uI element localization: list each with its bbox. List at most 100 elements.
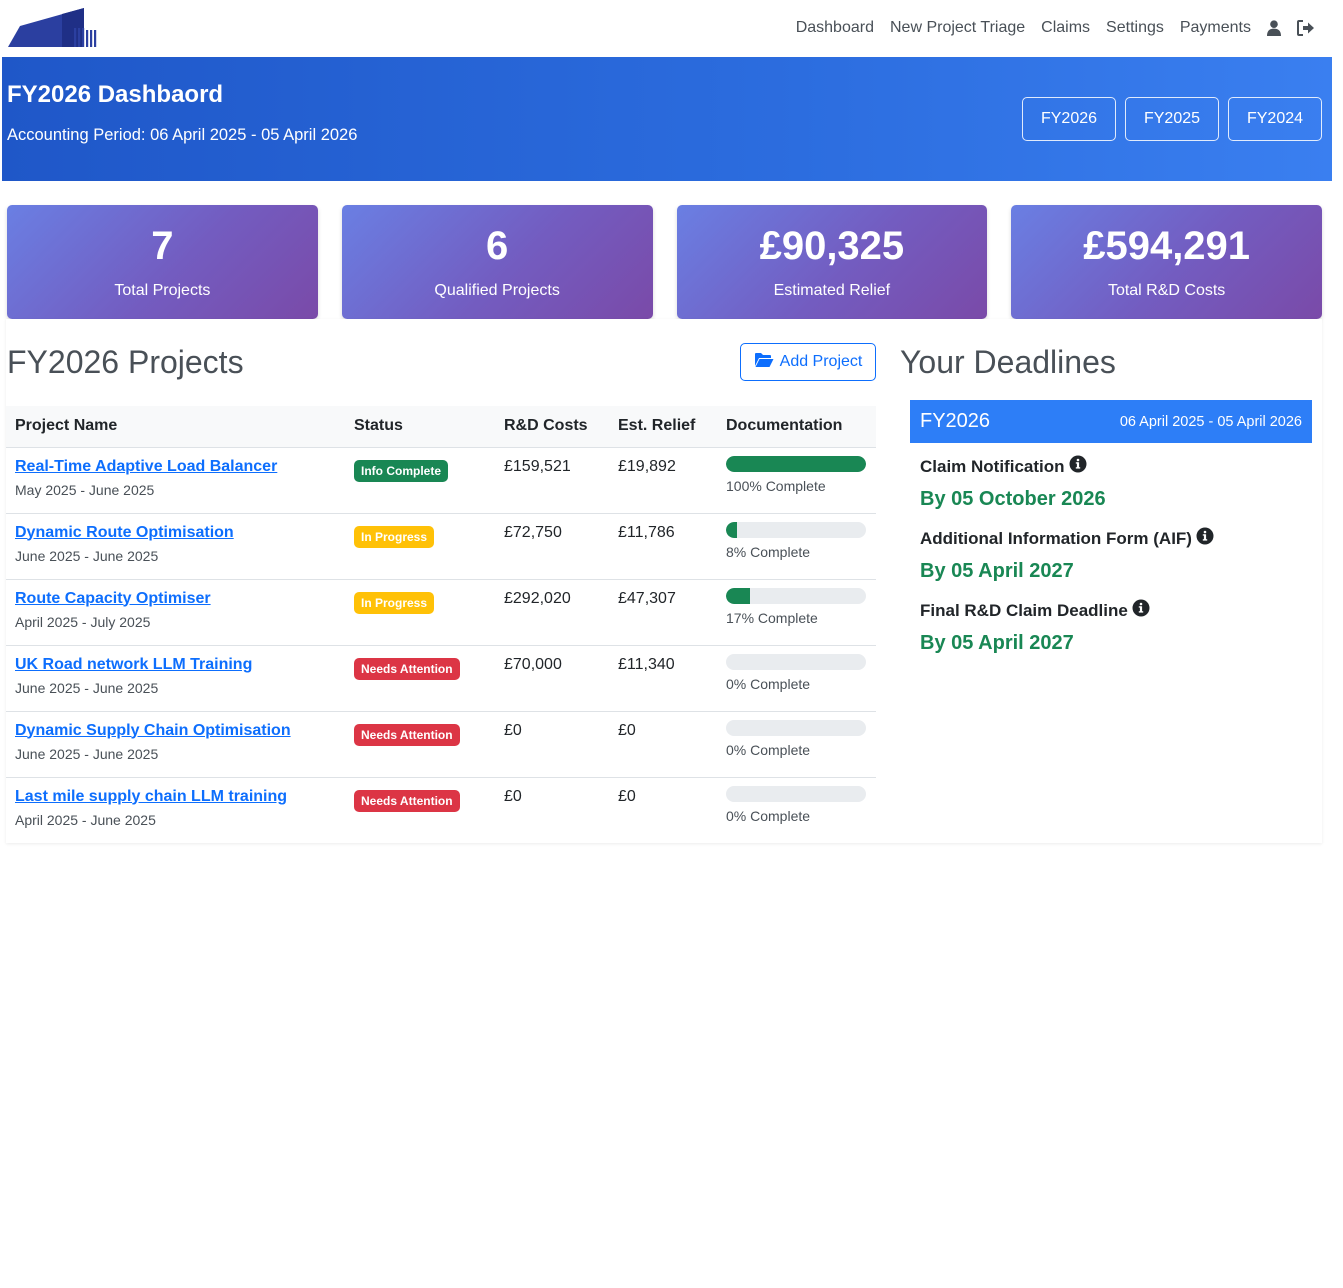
table-header-row: Project Name Status R&D Costs Est. Relie…	[6, 406, 876, 448]
deadline-item: Final R&D Claim Deadline By 05 April 2027	[920, 599, 1310, 655]
top-navbar: Dashboard New Project Triage Claims Sett…	[0, 0, 1343, 56]
stat-label: Qualified Projects	[434, 282, 560, 299]
cell-documentation: 100% Complete	[717, 447, 876, 514]
deadline-label: Claim Notification	[920, 456, 1065, 476]
stat-total-rd-costs: £594,291 Total R&D Costs	[1011, 205, 1322, 319]
deadline-date: By 05 October 2026	[920, 488, 1106, 510]
col-project-name: Project Name	[6, 406, 345, 448]
deadlines-fy-header: FY2026 06 April 2025 - 05 April 2026	[910, 400, 1312, 443]
documentation-progress-bar	[726, 521, 866, 538]
status-badge: Needs Attention	[354, 723, 460, 746]
deadline-name: Final R&D Claim Deadline	[920, 599, 1310, 622]
info-icon[interactable]	[1132, 599, 1150, 622]
stat-qualified-projects: 6 Qualified Projects	[341, 205, 653, 319]
deadline-item: Claim Notification By 05 October 2026	[920, 455, 1310, 511]
nav-payments[interactable]: Payments	[1180, 19, 1251, 37]
info-icon[interactable]	[1069, 455, 1087, 478]
cell-rd-costs: £0	[495, 711, 609, 778]
cell-rd-costs: £0	[504, 787, 522, 805]
fy2025-button[interactable]: FY2025	[1125, 97, 1219, 141]
nav-dashboard[interactable]: Dashboard	[796, 19, 874, 37]
cell-project: Real-Time Adaptive Load Balancer May 2025…	[6, 447, 345, 514]
progress-text: 0% Complete	[726, 807, 811, 824]
cell-status: Needs Attention	[345, 777, 495, 843]
nav-claims[interactable]: Claims	[1041, 19, 1090, 37]
cell-documentation: 17% Complete	[717, 579, 876, 646]
stat-estimated-relief: £90,325 Estimated Relief	[676, 205, 988, 319]
cell-est-relief: £11,340	[609, 645, 717, 712]
stat-total-projects: 7 Total Projects	[7, 205, 318, 319]
deadline-date: By 05 April 2027	[920, 560, 1074, 582]
project-link[interactable]: Dynamic Route Optimisation	[15, 524, 336, 542]
logout-icon[interactable]	[1297, 20, 1315, 36]
dashboard-header-banner: FY2026 Dashbaord Accounting Period: 06 A…	[2, 57, 1332, 181]
cell-documentation: 0% Complete	[717, 777, 876, 843]
progress-text: 17% Complete	[726, 609, 818, 626]
deadlines-range: 06 April 2025 - 05 April 2026	[1119, 413, 1302, 430]
cell-project: Route Capacity Optimiser April 2025 - Jul…	[6, 579, 345, 646]
cell-project: Dynamic Route Optimisation June 2025 - Ju…	[6, 513, 345, 580]
stat-label: Estimated Relief	[773, 282, 891, 299]
cell-project: Dynamic Supply Chain Optimisation June 20…	[6, 711, 345, 778]
col-rd-costs: R&D Costs	[495, 406, 609, 448]
status-badge: Needs Attention	[354, 657, 460, 680]
documentation-progress-bar	[726, 653, 866, 670]
projects-table: Project Name Status R&D Costs Est. Relie…	[6, 406, 876, 843]
add-project-button[interactable]: Add Project	[740, 343, 876, 381]
stat-label: Total Projects	[114, 282, 211, 299]
cell-est-relief: £11,786	[609, 513, 717, 580]
cell-rd-costs: £292,020	[495, 579, 609, 646]
project-dates: June 2025 - June 2025	[15, 745, 159, 762]
cell-est-relief: £0	[609, 711, 717, 778]
cell-status: In Progress	[345, 579, 495, 646]
project-link[interactable]: Real-Time Adaptive Load Balancer	[15, 458, 336, 476]
project-link[interactable]: Dynamic Supply Chain Optimisation	[15, 722, 336, 740]
project-link[interactable]: UK Road network LLM Training	[15, 656, 336, 674]
deadlines-list: Claim Notification By 05 October 2026 Addi…	[920, 455, 1310, 671]
documentation-progress-bar	[726, 455, 866, 472]
deadline-item: Additional Information Form (AIF) By 05 A…	[920, 527, 1310, 583]
deadline-name: Claim Notification	[920, 455, 1310, 478]
status-badge: In Progress	[354, 525, 435, 548]
project-link[interactable]: Last mile supply chain LLM training	[15, 788, 336, 806]
cell-est-relief: £19,892	[609, 447, 717, 514]
nav-settings[interactable]: Settings	[1106, 19, 1164, 37]
deadline-date: By 05 April 2027	[920, 632, 1074, 654]
nav-new-project-triage[interactable]: New Project Triage	[890, 19, 1025, 37]
accounting-period: Accounting Period: 06 April 2025 - 05 Ap…	[7, 126, 358, 144]
progress-fill	[726, 455, 866, 472]
stats-row: 7 Total Projects 6 Qualified Projects £9…	[7, 205, 1322, 319]
table-row: Dynamic Supply Chain Optimisation June 20…	[6, 711, 876, 778]
cell-project: UK Road network LLM Training June 2025 - …	[6, 645, 345, 712]
progress-fill	[726, 587, 750, 604]
info-icon[interactable]	[1196, 527, 1214, 550]
project-dates: April 2025 - June 2025	[15, 811, 156, 828]
cell-rd-costs: £70,000	[495, 645, 609, 712]
user-icon[interactable]	[1267, 20, 1281, 36]
status-badge: In Progress	[354, 591, 435, 614]
col-status: Status	[345, 406, 495, 448]
col-documentation: Documentation	[717, 406, 876, 448]
col-est-relief: Est. Relief	[609, 406, 717, 448]
progress-text: 8% Complete	[726, 543, 811, 560]
fy2024-button[interactable]: FY2024	[1228, 97, 1322, 141]
company-logo[interactable]	[8, 6, 100, 50]
cell-project: Last mile supply chain LLM training April…	[6, 777, 345, 843]
fy2026-button[interactable]: FY2026	[1022, 97, 1116, 141]
project-link[interactable]: Route Capacity Optimiser	[15, 590, 336, 608]
deadlines-fy: FY2026	[920, 410, 991, 432]
project-dates: June 2025 - June 2025	[15, 547, 159, 564]
fiscal-year-switcher: FY2026 FY2025 FY2024	[1022, 97, 1322, 141]
cell-documentation: 8% Complete	[717, 513, 876, 580]
cell-documentation: 0% Complete	[717, 711, 876, 778]
project-dates: May 2025 - June 2025	[15, 481, 155, 498]
project-dates: June 2025 - June 2025	[15, 679, 159, 696]
folder-open-icon	[754, 352, 774, 373]
deadlines-title: Your Deadlines	[900, 344, 1116, 380]
status-badge: Info Complete	[354, 459, 448, 482]
stat-value: £594,291	[1083, 224, 1251, 268]
deadline-label: Additional Information Form (AIF)	[920, 528, 1192, 548]
main-panel: FY2026 Projects Add Project Project Name…	[6, 319, 1322, 843]
add-project-label: Add Project	[779, 353, 863, 370]
documentation-progress-bar	[726, 785, 866, 802]
